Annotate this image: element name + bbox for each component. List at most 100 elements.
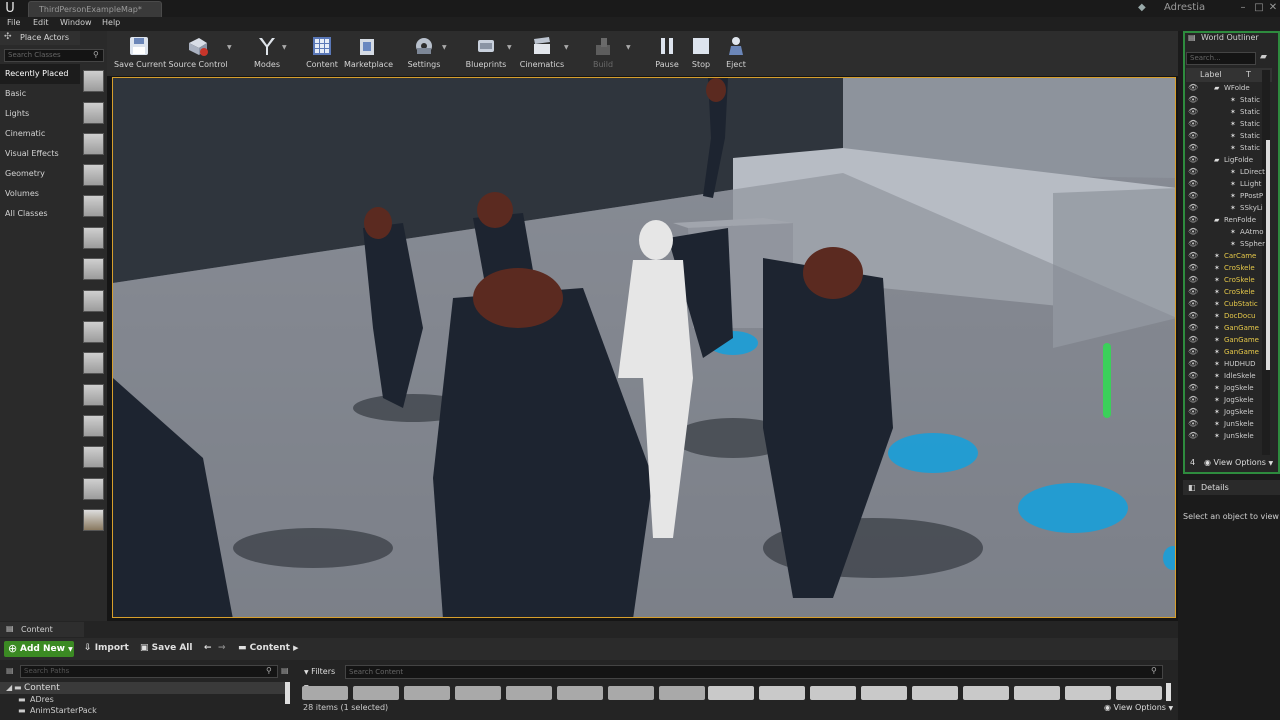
details-tab[interactable]: Details — [1183, 480, 1280, 495]
outliner-row[interactable]: 👁︎ ✶ JogSkele — [1186, 406, 1270, 418]
type-column-header[interactable]: T — [1246, 68, 1251, 82]
outliner-row[interactable]: 👁︎ ✶ LDirect — [1186, 166, 1270, 178]
category-volumes[interactable]: Volumes — [0, 184, 80, 204]
scrollbar[interactable] — [285, 682, 290, 704]
back-arrow-icon[interactable]: ← — [204, 643, 212, 653]
actor-thumbnail[interactable] — [83, 415, 104, 437]
label-column-header[interactable]: Label — [1200, 68, 1222, 82]
category-geometry[interactable]: Geometry — [0, 164, 80, 184]
outliner-row[interactable]: 👁︎ ✶ DocDocu — [1186, 310, 1270, 322]
add-folder-icon[interactable]: ▤ — [6, 666, 14, 675]
search-content-input[interactable]: Search Content — [345, 665, 1163, 679]
outliner-row[interactable]: 👁︎ ✶ SSkyLi — [1186, 202, 1270, 214]
outliner-row[interactable]: 👁︎ ✶ CubStatic — [1186, 298, 1270, 310]
settings-button[interactable]: Settings — [406, 31, 442, 76]
level-document-tab[interactable]: ThirdPersonExampleMap* — [28, 1, 162, 17]
asset-tile[interactable] — [404, 686, 450, 700]
outliner-row[interactable]: 👁︎ ▰ RenFolde — [1186, 214, 1270, 226]
visibility-eye-icon[interactable]: 👁︎ — [1188, 166, 1198, 178]
outliner-row[interactable]: 👁︎ ▰ LigFolde — [1186, 154, 1270, 166]
asset-tile[interactable] — [963, 686, 1009, 700]
visibility-eye-icon[interactable]: 👁︎ — [1188, 202, 1198, 214]
filters-button[interactable]: ▼ Filters ▼ — [304, 665, 342, 691]
outliner-row[interactable]: 👁︎ ✶ JogSkele — [1186, 382, 1270, 394]
asset-tile[interactable] — [912, 686, 958, 700]
path-view-options-icon[interactable]: ▤ — [281, 666, 289, 675]
menu-help[interactable]: Help — [102, 18, 120, 27]
visibility-eye-icon[interactable]: 👁︎ — [1188, 286, 1198, 298]
minimize-icon[interactable]: – — [1236, 0, 1250, 15]
actor-thumbnail[interactable] — [83, 70, 104, 92]
search-classes-input[interactable]: Search Classes — [4, 49, 104, 62]
blueprints-dropdown-icon[interactable]: ▼ — [507, 44, 512, 51]
actor-thumbnail[interactable] — [83, 509, 104, 531]
visibility-eye-icon[interactable]: 👁︎ — [1188, 406, 1198, 418]
search-paths-input[interactable]: Search Paths — [20, 665, 278, 678]
outliner-row[interactable]: 👁︎ ✶ CroSkele — [1186, 286, 1270, 298]
visibility-eye-icon[interactable]: 👁︎ — [1188, 322, 1198, 334]
actor-thumbnail[interactable] — [83, 352, 104, 374]
outliner-row[interactable]: 👁︎ ✶ Static — [1186, 106, 1270, 118]
visibility-eye-icon[interactable]: 👁︎ — [1188, 94, 1198, 106]
outliner-row[interactable]: 👁︎ ✶ PPostP — [1186, 190, 1270, 202]
world-outliner-tab[interactable]: World Outliner — [1201, 33, 1259, 42]
build-dropdown-icon[interactable]: ▼ — [626, 44, 631, 51]
visibility-eye-icon[interactable]: 👁︎ — [1188, 226, 1198, 238]
actor-thumbnail[interactable] — [83, 227, 104, 249]
actor-thumbnail[interactable] — [83, 164, 104, 186]
category-all-classes[interactable]: All Classes — [0, 204, 80, 224]
menu-edit[interactable]: Edit — [33, 18, 49, 27]
visibility-eye-icon[interactable]: 👁︎ — [1188, 118, 1198, 130]
visibility-eye-icon[interactable]: 👁︎ — [1188, 238, 1198, 250]
import-button[interactable]: ⇩ Import — [84, 643, 129, 653]
place-actors-tab[interactable]: Place Actors — [0, 31, 80, 45]
outliner-row[interactable]: 👁︎ ✶ GanGame — [1186, 322, 1270, 334]
source-control-button[interactable]: Source Control — [168, 31, 228, 76]
actor-thumbnail[interactable] — [83, 133, 104, 155]
outliner-row[interactable]: 👁︎ ✶ HUDHUD — [1186, 358, 1270, 370]
level-viewport[interactable] — [112, 77, 1176, 618]
visibility-eye-icon[interactable]: 👁︎ — [1188, 334, 1198, 346]
asset-tile[interactable] — [861, 686, 907, 700]
asset-tile[interactable] — [659, 686, 705, 700]
outliner-row[interactable]: 👁︎ ✶ JunSkele — [1186, 418, 1270, 430]
visibility-eye-icon[interactable]: 👁︎ — [1188, 418, 1198, 430]
outliner-row[interactable]: 👁︎ ✶ GanGame — [1186, 334, 1270, 346]
outliner-row[interactable]: 👁︎ ✶ Static — [1186, 142, 1270, 154]
stop-button[interactable]: Stop — [688, 31, 714, 76]
asset-tile[interactable] — [1065, 686, 1111, 700]
outliner-row[interactable]: 👁︎ ▰ WFolde — [1186, 82, 1270, 94]
breadcrumb-content[interactable]: ▬ Content ▶ — [238, 643, 299, 653]
asset-tile[interactable] — [759, 686, 805, 700]
expand-arrow-icon[interactable]: ◢ — [6, 683, 12, 692]
actor-thumbnail[interactable] — [83, 102, 104, 124]
asset-tile[interactable] — [302, 686, 348, 700]
asset-tile[interactable] — [557, 686, 603, 700]
source-control-dropdown-icon[interactable]: ▼ — [227, 44, 232, 51]
actor-thumbnail[interactable] — [83, 446, 104, 468]
outliner-row[interactable]: 👁︎ ✶ JunSkele — [1186, 430, 1270, 442]
content-view-options-button[interactable]: ◉ View Options ▼ — [1104, 703, 1173, 712]
visibility-eye-icon[interactable]: 👁︎ — [1188, 394, 1198, 406]
visibility-eye-icon[interactable]: 👁︎ — [1188, 346, 1198, 358]
outliner-view-options-button[interactable]: ◉ View Options ▼ — [1204, 456, 1273, 471]
tree-item-adres[interactable]: ADres — [30, 695, 54, 704]
visibility-eye-icon[interactable]: 👁︎ — [1188, 262, 1198, 274]
asset-tile[interactable] — [455, 686, 501, 700]
category-basic[interactable]: Basic — [0, 84, 80, 104]
outliner-row[interactable]: 👁︎ ✶ IdleSkele — [1186, 370, 1270, 382]
category-lights[interactable]: Lights — [0, 104, 80, 124]
cinematics-dropdown-icon[interactable]: ▼ — [564, 44, 569, 51]
outliner-row[interactable]: 👁︎ ✶ CarCame — [1186, 250, 1270, 262]
visibility-eye-icon[interactable]: 👁︎ — [1188, 430, 1198, 442]
outliner-search-input[interactable]: Search... — [1186, 52, 1256, 65]
visibility-eye-icon[interactable]: 👁︎ — [1188, 274, 1198, 286]
visibility-eye-icon[interactable]: 👁︎ — [1188, 214, 1198, 226]
create-folder-icon[interactable]: ▰ — [1260, 52, 1267, 62]
blueprints-button[interactable]: Blueprints — [465, 31, 507, 76]
outliner-row[interactable]: 👁︎ ✶ Static — [1186, 118, 1270, 130]
menu-window[interactable]: Window — [60, 18, 92, 27]
modes-dropdown-icon[interactable]: ▼ — [282, 44, 287, 51]
tree-item-animstarterpack[interactable]: AnimStarterPack — [30, 706, 97, 715]
eject-button[interactable]: Eject — [722, 31, 750, 76]
